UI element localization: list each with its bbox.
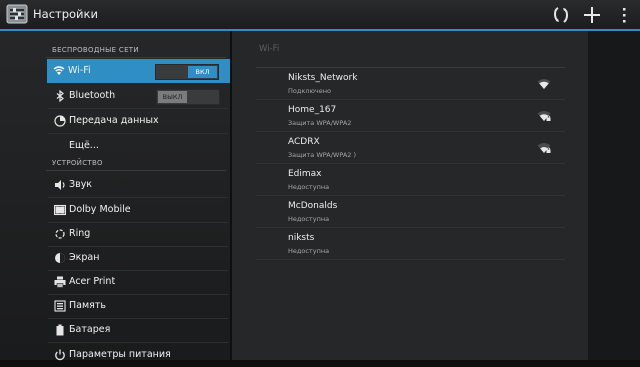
network-status: Подключено [288, 87, 331, 95]
network-name: Home_167 [288, 105, 337, 115]
network-item[interactable]: Home_167 Защита WPA/WPA2 [256, 100, 565, 132]
sidebar-item-label: Dolby Mobile [69, 204, 131, 215]
ring-icon [54, 228, 66, 240]
settings-app-icon[interactable] [6, 3, 28, 25]
battery-icon [54, 324, 66, 336]
sidebar-item-battery[interactable]: Батарея [48, 318, 230, 342]
sidebar-item-label: Передача данных [69, 115, 159, 126]
network-status: Недоступна [288, 247, 330, 255]
pane-margin [588, 31, 640, 360]
network-item[interactable]: Edimax Недоступна [256, 164, 565, 196]
network-name: ACDRX [288, 137, 320, 147]
sidebar-item-label: Память [69, 300, 106, 311]
network-name: McDonalds [288, 201, 338, 211]
display-icon [54, 252, 66, 264]
section-divider [46, 170, 226, 171]
network-status: Защита WPA/WPA2 ) [288, 151, 357, 159]
storage-icon [54, 300, 66, 312]
sidebar-item-ring[interactable]: Ring [48, 222, 230, 246]
sidebar-item-sound[interactable]: Звук [48, 173, 230, 197]
speaker-icon [54, 179, 66, 191]
sidebar-item-label: Экран [69, 252, 100, 263]
sidebar-item-label: Параметры питания [69, 349, 171, 360]
wifi-icon [53, 65, 65, 77]
network-item[interactable]: McDonalds Недоступна [256, 196, 565, 228]
sidebar-item-wifi[interactable]: Wi-Fi ВКЛ [47, 59, 230, 83]
sidebar-item-label: Звук [69, 179, 93, 190]
network-item[interactable]: niksts Недоступна [256, 228, 565, 260]
dolby-icon [54, 204, 66, 216]
wifi-pane: Wi-Fi Niksts_Network Подключено Home_167… [232, 31, 588, 360]
section-divider [46, 57, 226, 58]
power-icon [54, 349, 66, 361]
wifi-signal-icon [537, 78, 551, 90]
sidebar-item-label: Ring [69, 228, 91, 239]
toggle-state: ВЫКЛ [158, 91, 187, 103]
sidebar-item-data-usage[interactable]: Передача данных [48, 109, 230, 133]
settings-sidebar: БЕСПРОВОДНЫЕ СЕТИ Wi-Fi ВКЛ Bluetooth ВЫ… [0, 31, 230, 361]
bluetooth-icon [54, 90, 66, 102]
action-bar: Настройки [0, 0, 640, 31]
network-divider [256, 259, 565, 260]
network-status: Защита WPA/WPA2 [288, 119, 352, 127]
sidebar-item-storage[interactable]: Память [48, 294, 230, 318]
add-icon[interactable] [581, 4, 603, 26]
wifi-locked-icon [537, 142, 551, 154]
sidebar-item-bluetooth[interactable]: Bluetooth ВЫКЛ [48, 84, 230, 108]
printer-icon [54, 276, 66, 288]
bluetooth-toggle[interactable]: ВЫКЛ [156, 89, 220, 105]
sidebar-item-display[interactable]: Экран [48, 246, 230, 270]
toggle-state: ВКЛ [188, 66, 217, 78]
app-title: Настройки [33, 7, 98, 21]
sidebar-item-label: Wi-Fi [68, 65, 91, 76]
sidebar-item-dolby[interactable]: Dolby Mobile [48, 198, 230, 222]
sidebar-item-label: Acer Print [69, 276, 116, 287]
sidebar-item-label: Bluetooth [69, 90, 116, 101]
data-usage-icon [54, 115, 66, 127]
pane-title: Wi-Fi [259, 44, 280, 54]
sidebar-item-acer-print[interactable]: Acer Print [48, 270, 230, 294]
sidebar-item-label: Ещё... [69, 140, 99, 151]
network-item[interactable]: ACDRX Защита WPA/WPA2 ) [256, 132, 565, 164]
network-status: Недоступна [288, 215, 330, 223]
network-name: Niksts_Network [288, 73, 358, 83]
sidebar-item-power[interactable]: Параметры питания [48, 343, 230, 367]
sidebar-item-label: Батарея [69, 324, 111, 335]
overflow-menu-icon[interactable] [613, 4, 635, 26]
section-header-wireless: БЕСПРОВОДНЫЕ СЕТИ [52, 46, 139, 54]
network-status: Недоступна [288, 183, 330, 191]
network-name: Edimax [288, 169, 322, 179]
wifi-toggle[interactable]: ВКЛ [155, 64, 219, 80]
wifi-locked-icon [537, 110, 551, 122]
sync-icon[interactable] [550, 4, 572, 26]
sidebar-item-more[interactable]: Ещё... [48, 134, 230, 158]
network-name: niksts [288, 233, 315, 243]
network-item[interactable]: Niksts_Network Подключено [256, 68, 565, 100]
section-header-device: УСТРОЙСТВО [52, 159, 103, 167]
